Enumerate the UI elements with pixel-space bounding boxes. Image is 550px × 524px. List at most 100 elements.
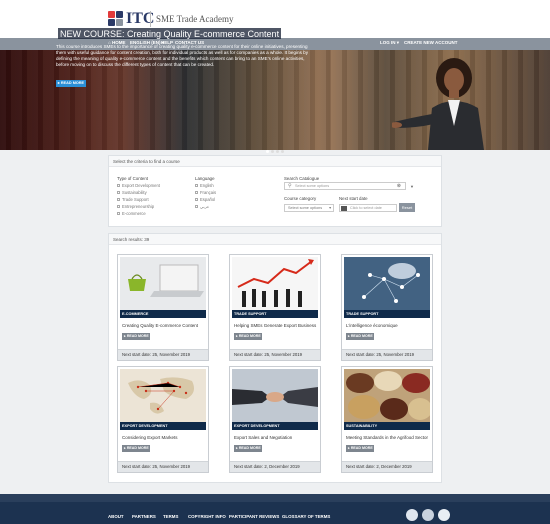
date-placeholder: Click to select date	[350, 206, 382, 210]
course-card[interactable]: TRADE SUPPORT Helping SMEs Generate Expo…	[229, 254, 321, 361]
site-subtitle: SME Trade Academy	[156, 14, 234, 24]
card-title[interactable]: L'intelligence économique	[346, 323, 430, 328]
footer-link-participant-reviews[interactable]: PARTICIPANT REVIEWS	[229, 514, 279, 519]
card-start-date: Next start date: 25, November 2019	[342, 349, 432, 360]
read-more-button[interactable]: ▸ READ MORE	[234, 333, 262, 340]
card-category: EXPORT DEVELOPMENT	[120, 422, 206, 430]
checkbox-sustainability[interactable]: Sustainability	[117, 190, 147, 195]
course-image-handshake	[232, 369, 318, 422]
wto-emblem-icon[interactable]	[422, 509, 434, 521]
read-more-label: READ MORE	[238, 334, 261, 338]
checkbox-label: Français	[200, 190, 217, 195]
nav-login-label: LOG IN	[380, 40, 396, 45]
card-start-date: Next start date: 25, November 2019	[118, 461, 208, 472]
hero-button-label: READ MORE	[60, 81, 85, 85]
card-title[interactable]: Meeting Standards in the Agrifood Sector	[346, 435, 430, 440]
checkbox-label: Sustainability	[122, 190, 147, 195]
read-more-label: READ MORE	[350, 446, 373, 450]
clear-icon[interactable]: ⊗	[397, 183, 401, 190]
carousel-dots	[266, 140, 286, 153]
checkbox-francais[interactable]: Français	[195, 190, 216, 195]
results-count: Search results: 39	[109, 234, 441, 245]
carousel-dot[interactable]	[266, 150, 269, 153]
chevron-down-icon: ▾	[329, 206, 331, 210]
read-more-label: READ MORE	[238, 446, 261, 450]
checkbox-entrepreneurship[interactable]: Entrepreneurship	[117, 204, 154, 209]
footer-band	[0, 494, 550, 502]
nav-create-account[interactable]: CREATE NEW ACCOUNT	[404, 40, 458, 45]
course-card[interactable]: E-COMMERCE Creating Quality E-commerce C…	[117, 254, 209, 361]
hero-description: This course introduces SMEs to the impor…	[56, 44, 309, 67]
search-icon: ⚲	[288, 183, 292, 189]
course-card[interactable]: EXPORT DEVELOPMENT Export Sales and Nego…	[229, 366, 321, 473]
search-placeholder: Select some options	[295, 184, 330, 188]
partner-emblem-icon[interactable]	[438, 509, 450, 521]
itc-logo-icon[interactable]	[108, 11, 124, 27]
nav-login[interactable]: LOG IN ▾	[380, 40, 399, 46]
hero-woman-image	[392, 58, 484, 150]
checkbox-label: E-commerce	[122, 211, 146, 216]
card-start-date: Next start date: 2, December 2019	[230, 461, 320, 472]
checkbox-trade-support[interactable]: Trade Support	[117, 197, 149, 202]
type-of-content-title: Type of Content	[117, 176, 148, 181]
course-image-growth-chart	[232, 257, 318, 310]
footer-link-glossary[interactable]: GLOSSARY OF TERMS	[282, 514, 330, 519]
search-catalogue-input[interactable]: ⚲ Select some options ⊗	[284, 182, 406, 190]
read-more-label: READ MORE	[350, 334, 373, 338]
read-more-button[interactable]: ▸ READ MORE	[122, 333, 150, 340]
course-card[interactable]: EXPORT DEVELOPMENT Considering Export Ma…	[117, 366, 209, 473]
card-start-date: Next start date: 25, November 2019	[230, 349, 320, 360]
filter-heading: Select the criteria to find a course	[109, 156, 441, 167]
checkbox-ecommerce[interactable]: E-commerce	[117, 211, 146, 216]
card-title[interactable]: Export Sales and Negotiation	[234, 435, 318, 440]
read-more-button[interactable]: ▸ READ MORE	[122, 445, 150, 452]
carousel-dot[interactable]	[276, 150, 279, 153]
carousel-dot[interactable]	[271, 150, 274, 153]
language-title: Language	[195, 176, 215, 181]
footer-link-copyright[interactable]: COPYRIGHT INFO	[188, 514, 226, 519]
course-image-network	[344, 257, 430, 310]
card-category: TRADE SUPPORT	[232, 310, 318, 318]
card-title[interactable]: Creating Quality E-commerce Content	[122, 323, 206, 328]
footer-link-terms[interactable]: TERMS	[163, 514, 178, 519]
course-card[interactable]: SUSTAINABILITY Meeting Standards in the …	[341, 366, 433, 473]
card-title[interactable]: Helping SMEs Generate Export Business	[234, 323, 318, 328]
checkbox-english[interactable]: English	[195, 183, 214, 188]
read-more-button[interactable]: ▸ READ MORE	[346, 445, 374, 452]
checkbox-arabic[interactable]: عربي	[195, 204, 209, 209]
start-date-input[interactable]: Click to select date	[339, 204, 397, 212]
next-start-date-title: Next start date	[339, 196, 368, 201]
course-image-laptop	[120, 257, 206, 310]
hero-title: NEW COURSE: Creating Quality E-commerce …	[58, 28, 282, 39]
calendar-icon	[341, 206, 347, 211]
un-emblem-icon[interactable]	[406, 509, 418, 521]
carousel-dot[interactable]	[281, 150, 284, 153]
filter-panel: Select the criteria to find a course	[108, 155, 442, 227]
course-category-select[interactable]: Select some options ▾	[284, 204, 334, 212]
search-catalogue-title: Search Catalogue	[284, 176, 320, 181]
checkbox-label: عربي	[200, 204, 210, 209]
footer-link-partners[interactable]: PARTNERS	[132, 514, 156, 519]
checkbox-label: Export Development	[122, 183, 160, 188]
read-more-button[interactable]: ▸ READ MORE	[346, 333, 374, 340]
checkbox-label: Español	[200, 197, 216, 202]
card-category: SUSTAINABILITY	[344, 422, 430, 430]
card-title[interactable]: Considering Export Markets	[122, 435, 206, 440]
hero-read-more-button[interactable]: ▸ READ MORE	[56, 80, 86, 87]
course-card[interactable]: TRADE SUPPORT L'intelligence économique …	[341, 254, 433, 361]
reset-button[interactable]: Reset	[399, 203, 415, 212]
site-footer: ABOUT PARTNERS TERMS COPYRIGHT INFO PART…	[0, 502, 550, 524]
checkbox-espanol[interactable]: Español	[195, 197, 215, 202]
read-more-button[interactable]: ▸ READ MORE	[234, 445, 262, 452]
footer-link-about[interactable]: ABOUT	[108, 514, 124, 519]
course-image-world-map	[120, 369, 206, 422]
chevron-down-icon[interactable]: ▼	[410, 184, 414, 189]
card-category: EXPORT DEVELOPMENT	[232, 422, 318, 430]
logo-divider	[150, 11, 151, 27]
checkbox-export-development[interactable]: Export Development	[117, 183, 160, 188]
checkbox-label: English	[200, 183, 214, 188]
card-category: TRADE SUPPORT	[344, 310, 430, 318]
card-start-date: Next start date: 25, November 2019	[118, 349, 208, 360]
category-placeholder: Select some options	[288, 206, 323, 210]
card-start-date: Next start date: 2, December 2019	[342, 461, 432, 472]
